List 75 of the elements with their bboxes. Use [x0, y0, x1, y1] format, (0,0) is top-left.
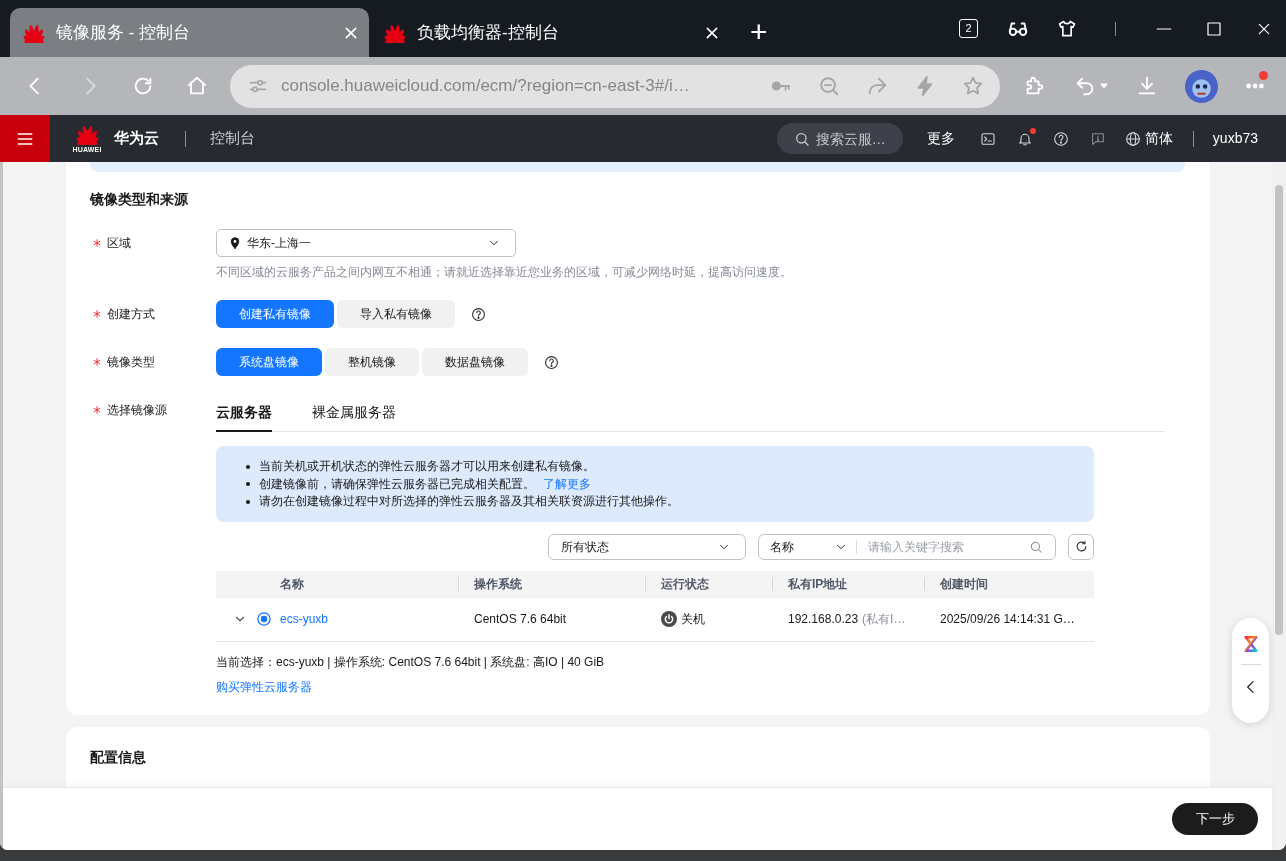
favicon-icon — [22, 22, 46, 43]
server-name-link[interactable]: ecs-yuxb — [280, 610, 329, 629]
field-label: 选择镜像源 — [107, 402, 167, 419]
column-header: 运行状态 — [645, 570, 772, 598]
search-input[interactable]: 请输入关键字搜索 — [857, 537, 1029, 556]
bullet-icon — [246, 482, 250, 487]
avatar-icon[interactable] — [1185, 69, 1218, 103]
refresh-icon — [1073, 539, 1089, 554]
user-menu[interactable]: yuxb73 — [1212, 128, 1258, 149]
globe-icon — [1124, 130, 1141, 147]
ip-note: (私有I… — [862, 612, 906, 627]
search-field[interactable]: 搜索云服… — [776, 123, 903, 154]
next-button[interactable]: 下一步 — [1172, 803, 1258, 835]
menu-button[interactable] — [0, 115, 50, 162]
new-tab-button[interactable]: + — [746, 17, 772, 47]
download-icon[interactable] — [1136, 75, 1158, 97]
notice-text: 请勿在创建镜像过程中对所选择的弹性云服务器及其相关联资源进行其他操作。 — [259, 493, 679, 510]
shirt-icon[interactable] — [1057, 18, 1077, 39]
more-link[interactable]: 更多 — [926, 128, 955, 149]
power-icon — [661, 611, 677, 628]
option-button[interactable]: 系统盘镜像 — [216, 348, 322, 376]
help-icon[interactable] — [471, 306, 486, 322]
notice-text: 当前关机或开机状态的弹性云服务器才可以用来创建私有镜像。 — [259, 458, 595, 475]
huawei-logo-icon — [73, 124, 101, 145]
brand-name[interactable]: 华为云 — [114, 127, 159, 150]
selection-summary: 当前选择：ecs-yuxb | 操作系统: CentOS 7.6 64bit | 系统盘: 高IO | 40 GiB — [216, 654, 606, 671]
section-title: 镜像类型和来源 — [90, 190, 189, 209]
caret-icon[interactable] — [1099, 81, 1109, 91]
favicon-icon — [383, 22, 407, 43]
status-text: 关机 — [681, 611, 705, 629]
terminal-icon[interactable] — [979, 130, 996, 147]
column-header: 操作系统 — [458, 570, 645, 598]
column-header: 名称 — [216, 570, 458, 598]
star-icon[interactable] — [962, 75, 984, 97]
home-icon[interactable] — [186, 75, 208, 97]
search-box[interactable]: 名称 请输入关键字搜索 — [758, 533, 1056, 560]
bullet-icon — [246, 499, 250, 504]
option-button[interactable]: 整机镜像 — [325, 348, 419, 376]
browser-tab[interactable]: 镜像服务 - 控制台 — [10, 8, 369, 57]
region-select[interactable]: 华东-上海一 — [216, 229, 516, 257]
maximize-icon[interactable] — [1206, 20, 1222, 37]
table-cell: 2025/09/26 14:14:31 G… — [924, 597, 1094, 642]
radio-button[interactable] — [257, 612, 271, 627]
tab[interactable]: 云服务器 — [216, 396, 272, 432]
refresh-button[interactable] — [1068, 533, 1094, 560]
help-icon[interactable] — [544, 354, 559, 370]
status-select[interactable]: 所有状态 — [548, 533, 746, 560]
console-link[interactable]: 控制台 — [210, 127, 255, 150]
location-pin-icon — [229, 237, 241, 249]
tab-count-button[interactable]: 2 — [959, 19, 978, 38]
field-label: 创建方式 — [107, 306, 155, 323]
search-icon[interactable] — [1029, 539, 1043, 554]
table-cell: CentOS 7.6 64bit — [458, 597, 645, 642]
search-icon — [793, 131, 810, 147]
tab[interactable]: 裸金属服务器 — [312, 396, 396, 432]
field-select[interactable]: 名称 — [759, 534, 856, 559]
column-header: 创建时间 — [924, 570, 1094, 598]
option-button[interactable]: 导入私有镜像 — [337, 300, 455, 328]
language-button[interactable]: 简体 — [1124, 128, 1173, 149]
scrollbar-thumb[interactable] — [1275, 185, 1283, 635]
notice-text: 创建镜像前，请确保弹性云服务器已完成相关配置。 了解更多 — [259, 475, 591, 493]
buy-server-link[interactable]: 购买弹性云服务器 — [216, 678, 312, 696]
field-hint: 不同区域的云服务产品之间内网互不相通；请就近选择靠近您业务的区域，可减少网络时延，提高访问速度。 — [216, 264, 793, 281]
bullet-icon — [246, 464, 250, 469]
field-label: 区域 — [107, 235, 131, 252]
browser-tab[interactable]: 负载均衡器-控制台 — [371, 8, 730, 57]
option-button[interactable]: 创建私有镜像 — [216, 300, 334, 328]
return-arrow-icon[interactable] — [1074, 75, 1096, 97]
field-label: 镜像类型 — [107, 354, 155, 371]
ip-address: 192.168.0.23 — [788, 612, 859, 627]
learn-more-link[interactable]: 了解更多 — [543, 476, 591, 491]
option-button[interactable]: 数据盘镜像 — [422, 348, 528, 376]
section-title: 配置信息 — [90, 748, 147, 767]
reload-icon[interactable] — [132, 75, 154, 97]
column-header: 私有IP地址 — [772, 570, 924, 598]
